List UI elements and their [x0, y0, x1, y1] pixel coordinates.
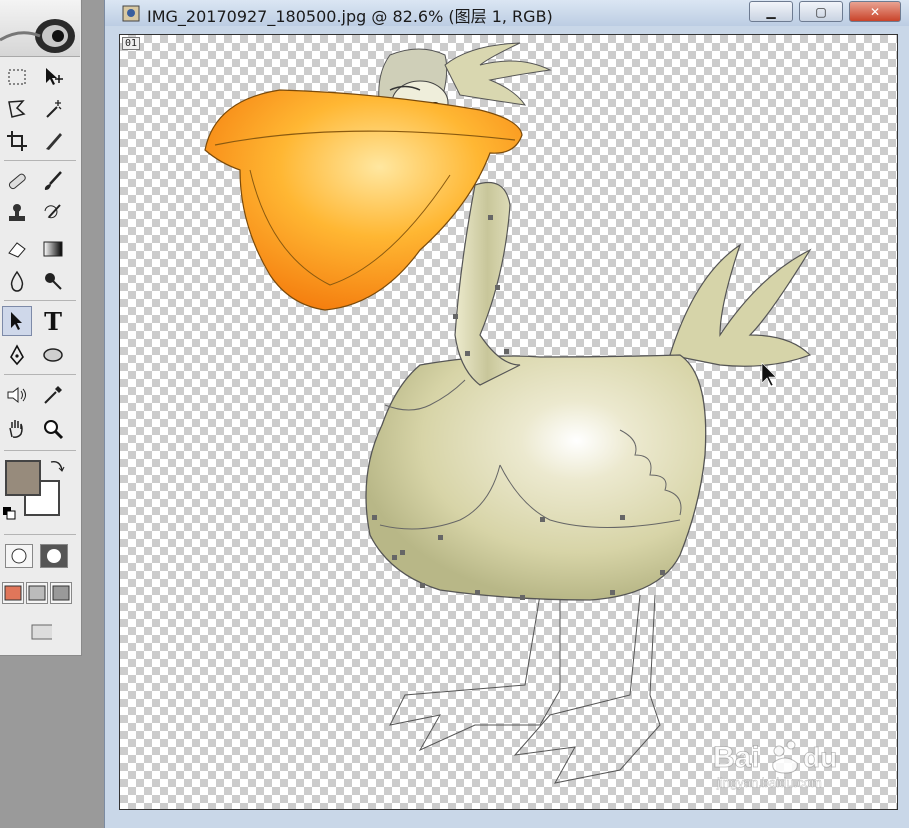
- mouse-cursor-icon: [761, 362, 777, 387]
- move-icon: [46, 68, 63, 85]
- drop-icon: [10, 270, 24, 292]
- svg-text:du: du: [803, 742, 837, 773]
- history-brush-icon: [44, 204, 61, 219]
- photoshop-document-icon: [122, 5, 140, 22]
- screen-full-menu-icon: [28, 585, 46, 601]
- magic-wand-tool[interactable]: [38, 94, 68, 124]
- gradient-tool[interactable]: [38, 234, 68, 264]
- photoshop-eye-icon: [0, 19, 75, 53]
- foreground-color-swatch[interactable]: [5, 460, 41, 496]
- minimize-button[interactable]: ▁: [749, 1, 793, 22]
- path-selection-tool[interactable]: [2, 306, 32, 336]
- pelican-legs: [389, 594, 661, 784]
- dodge-tool[interactable]: [38, 266, 68, 296]
- type-tool[interactable]: T: [38, 306, 68, 336]
- toolbox-divider: [4, 300, 76, 301]
- screen-mode-full-button[interactable]: [50, 582, 72, 604]
- toolbox-divider: [4, 450, 76, 451]
- bandage-icon: [8, 173, 26, 190]
- document-titlebar[interactable]: IMG_20170927_180500.jpg @ 82.6% (图层 1, R…: [105, 0, 909, 26]
- screen-mode-standard-button[interactable]: [2, 582, 24, 604]
- screen-full-icon: [52, 585, 70, 601]
- toolbox-divider: [4, 160, 76, 161]
- default-colors-icon[interactable]: [2, 506, 18, 522]
- zoom-tool[interactable]: [38, 414, 68, 444]
- minimize-icon: ▁: [766, 4, 776, 19]
- standard-mode-button[interactable]: [5, 544, 33, 568]
- gradient-icon: [43, 241, 63, 257]
- pen-nib-icon: [10, 344, 24, 366]
- toolbox-divider: [4, 534, 76, 535]
- marquee-icon: [8, 69, 26, 85]
- close-icon: ✕: [869, 4, 881, 19]
- standard-mode-icon: [11, 548, 27, 564]
- image-canvas[interactable]: 01 Bai du jingyan.baidu.com: [119, 34, 898, 810]
- stamp-icon: [9, 204, 25, 221]
- magnifier-icon: [44, 420, 64, 440]
- dodge-icon: [45, 273, 62, 290]
- toolbox-logo: [0, 0, 80, 57]
- slice-icon: [46, 133, 62, 150]
- baidu-watermark-logo: Bai du jingyan.baidu.com: [713, 740, 838, 790]
- screen-mode-full-menu-button[interactable]: [26, 582, 48, 604]
- quick-mask-icon: [47, 549, 61, 563]
- pelican-artwork: [204, 42, 812, 784]
- document-window: IMG_20170927_180500.jpg @ 82.6% (图层 1, R…: [104, 0, 909, 828]
- marquee-tool[interactable]: [2, 62, 32, 92]
- brush-icon: [44, 171, 62, 190]
- jump-to-icon: [31, 624, 52, 640]
- brush-tool[interactable]: [38, 166, 68, 196]
- document-title: IMG_20170927_180500.jpg @ 82.6% (图层 1, R…: [147, 7, 553, 26]
- move-tool[interactable]: [38, 62, 68, 92]
- pen-tool[interactable]: [2, 340, 32, 370]
- jump-to-imageready-button[interactable]: [4, 616, 76, 646]
- toolbox-divider: [4, 374, 76, 375]
- arrow-pointer-icon: [11, 312, 22, 330]
- svg-text:jingyan.baidu.com: jingyan.baidu.com: [716, 775, 822, 790]
- hand-icon: [9, 420, 23, 438]
- close-button[interactable]: ✕: [849, 1, 901, 22]
- screen-standard-icon: [4, 585, 22, 601]
- crop-icon: [7, 131, 27, 151]
- slice-tool[interactable]: [38, 126, 68, 156]
- speaker-icon: [7, 386, 26, 404]
- maximize-icon: ▢: [815, 4, 827, 19]
- eyedropper-icon: [44, 386, 62, 404]
- lasso-icon: [8, 100, 26, 118]
- notes-tool[interactable]: [2, 380, 32, 410]
- toolbox: T: [0, 0, 82, 656]
- lasso-tool[interactable]: [2, 94, 32, 124]
- crop-tool[interactable]: [2, 126, 32, 156]
- healing-brush-tool[interactable]: [2, 166, 32, 196]
- blur-tool[interactable]: [2, 266, 32, 296]
- quick-mask-button[interactable]: [40, 544, 68, 568]
- pelican-body: [365, 354, 707, 601]
- eyedropper-tool[interactable]: [38, 380, 68, 410]
- clone-stamp-tool[interactable]: [2, 198, 32, 228]
- ellipse-tool[interactable]: [38, 340, 68, 370]
- svg-text:Bai: Bai: [713, 741, 760, 774]
- type-t-icon: T: [44, 306, 62, 336]
- eraser-icon: [8, 242, 26, 258]
- maximize-button[interactable]: ▢: [799, 1, 843, 22]
- history-brush-tool[interactable]: [38, 198, 68, 228]
- hand-tool[interactable]: [2, 414, 32, 444]
- pelican-tail: [669, 243, 812, 367]
- pelican-neck: [454, 181, 521, 386]
- swap-colors-icon[interactable]: [48, 458, 66, 476]
- eraser-tool[interactable]: [2, 234, 32, 264]
- ellipse-icon: [43, 348, 63, 362]
- magic-wand-icon: [46, 100, 62, 118]
